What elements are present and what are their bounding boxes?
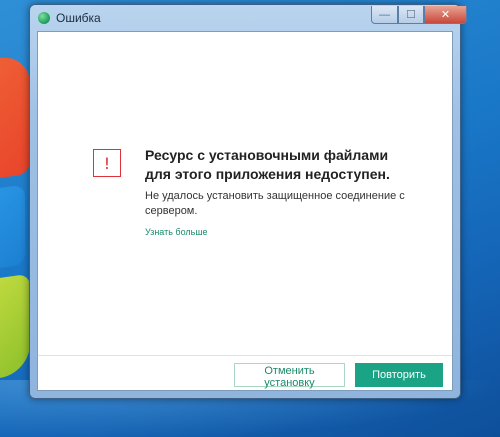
maximize-icon: ☐: [406, 9, 416, 21]
kaspersky-icon: [38, 12, 50, 24]
error-message: Не удалось установить защищенное соедине…: [145, 190, 405, 217]
title-bar[interactable]: Ошибка — ☐ ✕: [30, 5, 467, 31]
footer-divider: [38, 355, 452, 356]
maximize-button[interactable]: ☐: [398, 6, 424, 24]
retry-button[interactable]: Повторить: [355, 363, 443, 387]
minimize-button[interactable]: —: [371, 6, 398, 24]
minimize-icon: —: [379, 8, 390, 21]
error-dialog-window: Ошибка — ☐ ✕ ! Ресурс с установочными фа…: [29, 4, 467, 399]
cancel-installation-button[interactable]: Отменить установку: [234, 363, 345, 389]
error-heading: Ресурс с установочными файлами для этого…: [145, 147, 390, 182]
warning-icon: !: [93, 149, 121, 177]
close-icon: ✕: [440, 9, 451, 21]
close-button[interactable]: ✕: [424, 6, 467, 24]
dialog-content: ! Ресурс с установочными файлами для это…: [37, 31, 453, 391]
window-title: Ошибка: [56, 11, 101, 25]
learn-more-link[interactable]: Узнать больше: [145, 227, 208, 237]
